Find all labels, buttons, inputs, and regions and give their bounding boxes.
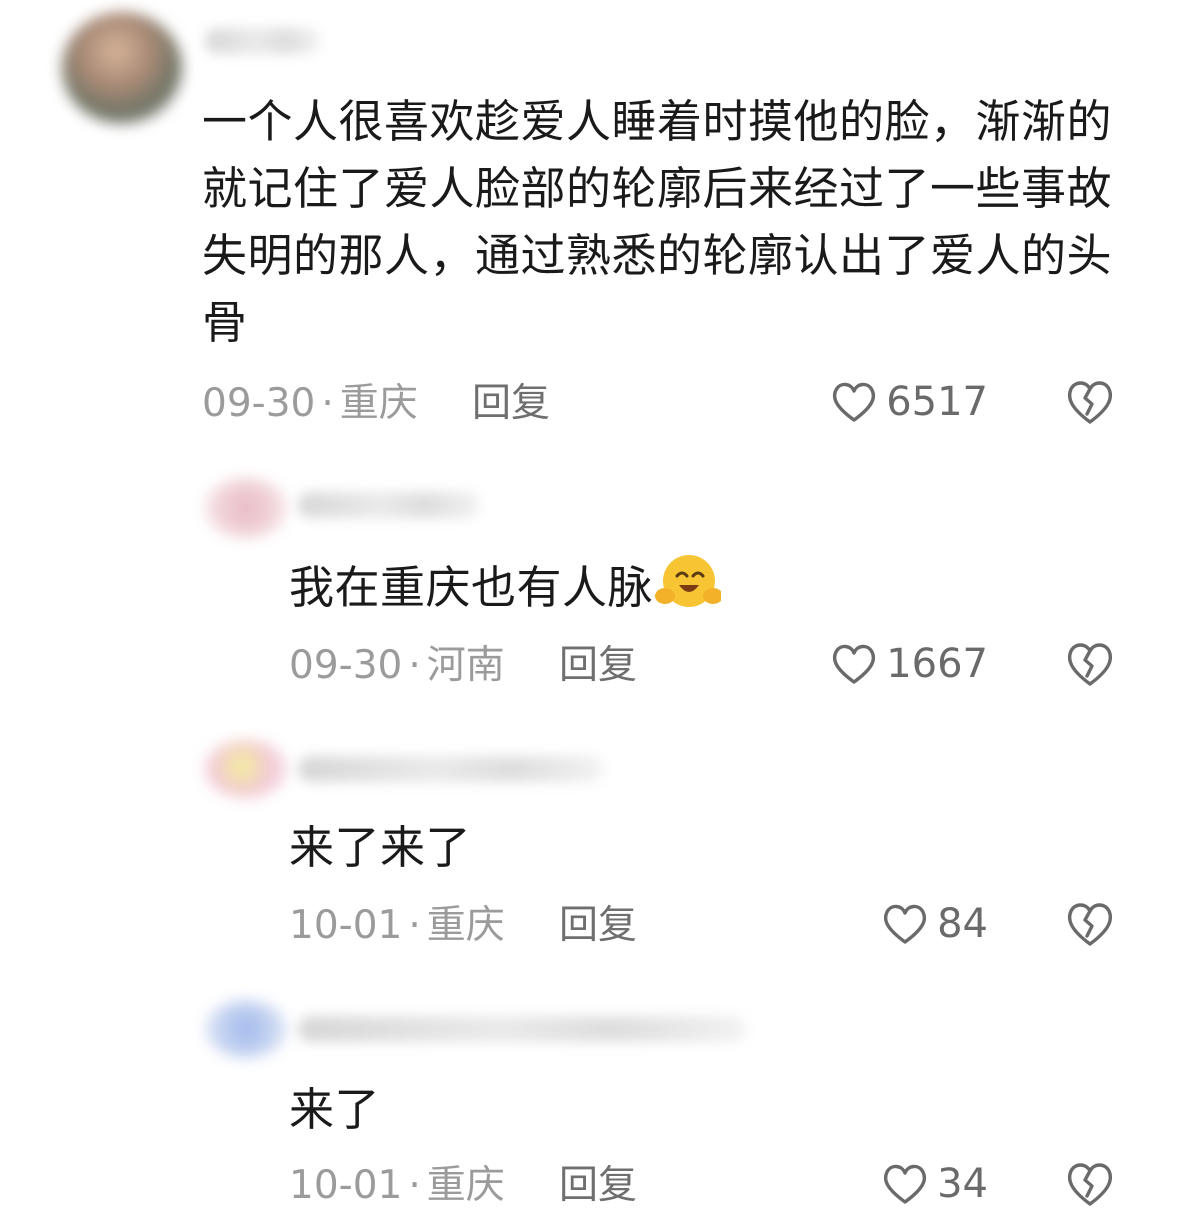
reply-button[interactable]: 回复 bbox=[559, 904, 637, 948]
meta-separator: · bbox=[408, 1163, 421, 1208]
like-button[interactable]: 34 bbox=[881, 1162, 988, 1206]
comment-location: 重庆 bbox=[426, 1163, 505, 1208]
comment-meta: 09-30 · 河南 bbox=[289, 644, 505, 688]
comment-date: 10-01 bbox=[289, 1163, 403, 1208]
like-count: 1667 bbox=[886, 641, 988, 687]
like-button[interactable]: 6517 bbox=[830, 380, 988, 424]
heart-outline-icon bbox=[830, 380, 878, 424]
username-blurred[interactable] bbox=[298, 1016, 746, 1042]
like-button[interactable]: 1667 bbox=[830, 642, 988, 686]
comment-meta: 10-01 · 重庆 bbox=[289, 1164, 505, 1208]
username-blurred[interactable] bbox=[205, 28, 320, 54]
username-blurred[interactable] bbox=[298, 492, 480, 518]
dislike-button[interactable] bbox=[1064, 640, 1116, 688]
comment-location: 河南 bbox=[426, 643, 505, 688]
dislike-button[interactable] bbox=[1064, 1160, 1116, 1208]
comment-text: 来了 bbox=[289, 1083, 381, 1136]
meta-separator: · bbox=[408, 903, 421, 948]
meta-separator: · bbox=[321, 381, 334, 426]
meta-separator: · bbox=[408, 643, 421, 688]
broken-heart-icon bbox=[1064, 640, 1116, 688]
comment-date: 09-30 bbox=[289, 643, 403, 688]
avatar[interactable] bbox=[62, 12, 182, 124]
comment-meta: 09-30 · 重庆 bbox=[202, 382, 418, 426]
hug-smile-emoji-icon bbox=[655, 552, 724, 630]
avatar[interactable] bbox=[205, 478, 287, 538]
like-count: 84 bbox=[937, 901, 988, 947]
comment-text: 我在重庆也有人脉 bbox=[289, 552, 989, 630]
comment-location: 重庆 bbox=[426, 903, 505, 948]
dislike-button[interactable] bbox=[1064, 900, 1116, 948]
avatar[interactable] bbox=[205, 740, 287, 798]
broken-heart-icon bbox=[1064, 378, 1116, 426]
heart-outline-icon bbox=[881, 902, 929, 946]
like-count: 6517 bbox=[886, 379, 988, 425]
comment-date: 09-30 bbox=[202, 381, 316, 426]
avatar[interactable] bbox=[205, 1000, 287, 1058]
username-blurred[interactable] bbox=[298, 756, 603, 782]
broken-heart-icon bbox=[1064, 900, 1116, 948]
comment-text-content: 我在重庆也有人脉 bbox=[289, 561, 654, 614]
comment-location: 重庆 bbox=[339, 381, 418, 426]
comment-text: 一个人很喜欢趁爱人睡着时摸他的脸，渐渐的就记住了爱人脸部的轮廓后来经过了一些事故… bbox=[202, 95, 1113, 349]
heart-outline-icon bbox=[830, 642, 878, 686]
broken-heart-icon bbox=[1064, 1160, 1116, 1208]
like-button[interactable]: 84 bbox=[881, 902, 988, 946]
reply-button[interactable]: 回复 bbox=[559, 1164, 637, 1208]
reply-button[interactable]: 回复 bbox=[472, 382, 550, 426]
comment-meta: 10-01 · 重庆 bbox=[289, 904, 505, 948]
like-count: 34 bbox=[937, 1161, 988, 1207]
comment-text: 来了来了 bbox=[289, 821, 472, 874]
heart-outline-icon bbox=[881, 1162, 929, 1206]
dislike-button[interactable] bbox=[1064, 378, 1116, 426]
reply-button[interactable]: 回复 bbox=[559, 644, 637, 688]
comment-date: 10-01 bbox=[289, 903, 403, 948]
